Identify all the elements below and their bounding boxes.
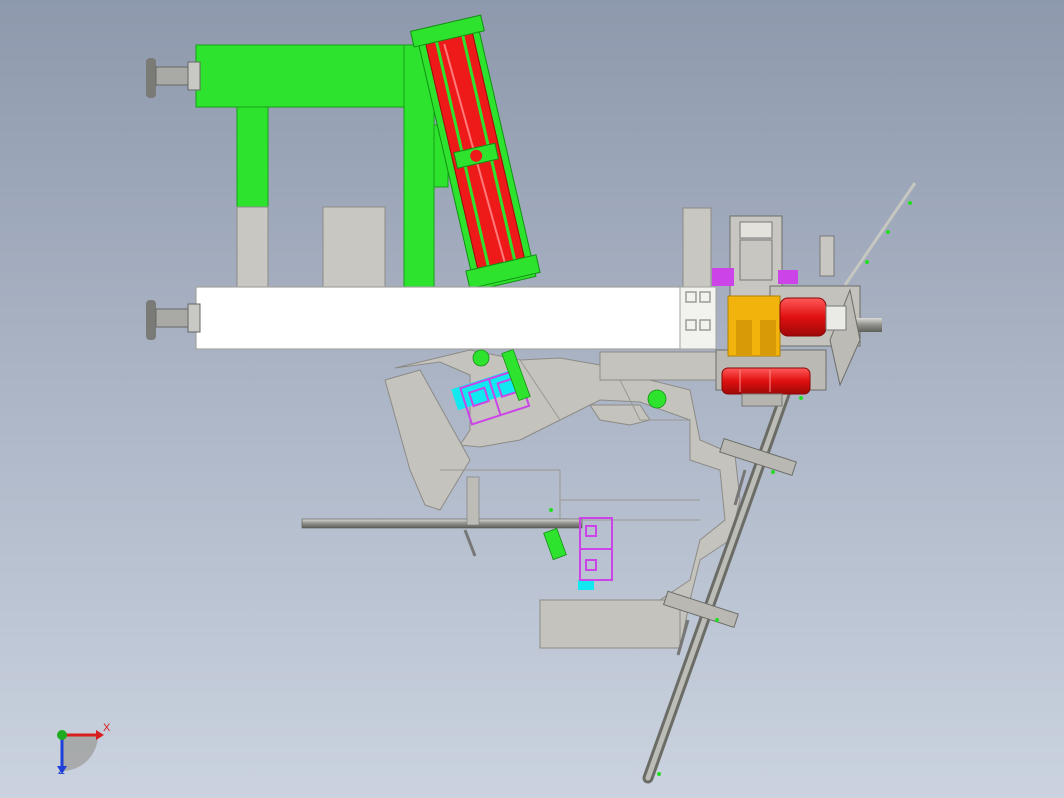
cad-drawing	[0, 0, 1064, 798]
y-axis-dot	[57, 730, 67, 740]
x-axis-label: X	[103, 722, 111, 734]
top-green-frame-beam	[195, 44, 435, 108]
cad-viewport[interactable]: X Z	[0, 0, 1064, 798]
red-roller-lower[interactable]	[721, 367, 811, 395]
z-axis-label: Z	[58, 765, 65, 777]
white-aluminum-beam[interactable]	[195, 286, 717, 350]
red-roller-upper[interactable]	[779, 297, 827, 337]
